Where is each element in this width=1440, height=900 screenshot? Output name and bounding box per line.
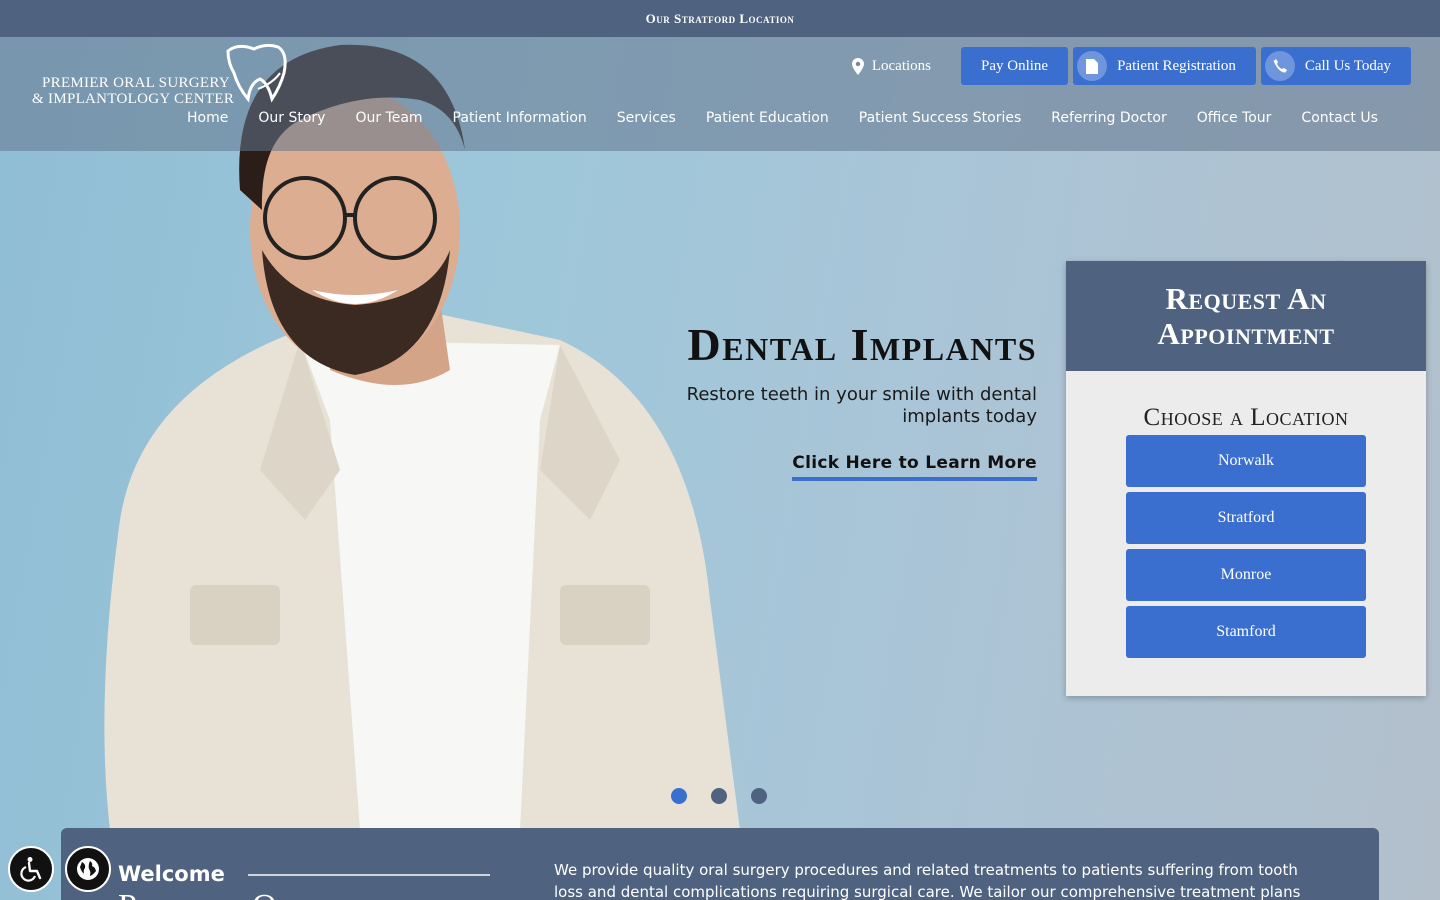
slider-dot-3[interactable] [751,788,767,804]
slider-dots [671,788,767,804]
welcome-text: We provide quality oral surgery procedur… [554,861,1301,900]
globe-icon [77,858,99,880]
patient-registration-label: Patient Registration [1117,57,1236,74]
location-button-norwalk[interactable]: Norwalk [1126,435,1366,487]
slider-dot-1[interactable] [671,788,687,804]
location-button-monroe[interactable]: Monroe [1126,549,1366,601]
utility-bar: Locations Pay Online Patient Registratio… [851,47,1411,85]
locations-link[interactable]: Locations [851,57,932,75]
nav-item-patient-success-stories[interactable]: Patient Success Stories [844,110,1037,126]
wheelchair-icon [20,857,42,882]
location-button-stratford[interactable]: Stratford [1126,492,1366,544]
nav-item-home[interactable]: Home [172,110,243,126]
nav-item-referring-doctor[interactable]: Referring Doctor [1036,110,1181,126]
slider-dot-2[interactable] [711,788,727,804]
pay-online-button[interactable]: Pay Online [961,47,1069,85]
logo-line-2: & IMPLANTOLOGY CENTER [32,91,235,107]
logo-line-1: PREMIER ORAL SURGERY [42,75,230,91]
welcome-panel: Welcome Premier Oral We provide quality … [61,828,1379,900]
nav-item-services[interactable]: Services [602,110,691,126]
nav-item-patient-information[interactable]: Patient Information [438,110,602,126]
welcome-divider [248,874,490,876]
main-nav: Home Our Story Our Team Patient Informat… [172,110,1393,126]
nav-item-contact-us[interactable]: Contact Us [1286,110,1392,126]
welcome-title: Premier Oral [118,888,333,900]
locations-label: Locations [871,57,932,74]
choose-location-heading: Choose a Location [1143,404,1349,431]
site-header: PREMIER ORAL SURGERY & IMPLANTOLOGY CENT… [0,37,1440,151]
appointment-heading-line-2: Appointment [1157,316,1335,351]
call-us-button[interactable]: Call Us Today [1260,47,1411,85]
accessibility-button[interactable] [8,846,54,892]
location-button-list: Norwalk Stratford Monroe Stamford [1066,435,1426,658]
location-button-stamford[interactable]: Stamford [1126,606,1366,658]
slide-title: Dental Implants [687,319,1037,370]
location-banner[interactable]: Our Stratford Location [0,0,1440,37]
nav-item-office-tour[interactable]: Office Tour [1182,110,1287,126]
slide-subtitle: Restore teeth in your smile with dental … [686,384,1037,427]
appointment-card: Request An Appointment Choose a Location… [1066,261,1426,696]
welcome-label: Welcome [118,862,225,886]
phone-icon [1264,51,1295,81]
appointment-heading: Request An Appointment [1066,261,1426,371]
document-icon [1077,51,1108,81]
call-us-label: Call Us Today [1304,57,1391,74]
language-button[interactable] [65,846,111,892]
logo-text: PREMIER ORAL SURGERY & IMPLANTOLOGY CENT… [32,75,234,107]
learn-more-link[interactable]: Click Here to Learn More [792,453,1037,481]
nav-item-patient-education[interactable]: Patient Education [691,110,844,126]
map-pin-icon [851,57,864,75]
nav-item-our-story[interactable]: Our Story [243,110,340,126]
nav-item-our-team[interactable]: Our Team [340,110,437,126]
appointment-heading-line-1: Request An [1165,281,1327,316]
patient-registration-button[interactable]: Patient Registration [1073,47,1256,85]
site-logo[interactable]: PREMIER ORAL SURGERY & IMPLANTOLOGY CENT… [32,43,287,113]
